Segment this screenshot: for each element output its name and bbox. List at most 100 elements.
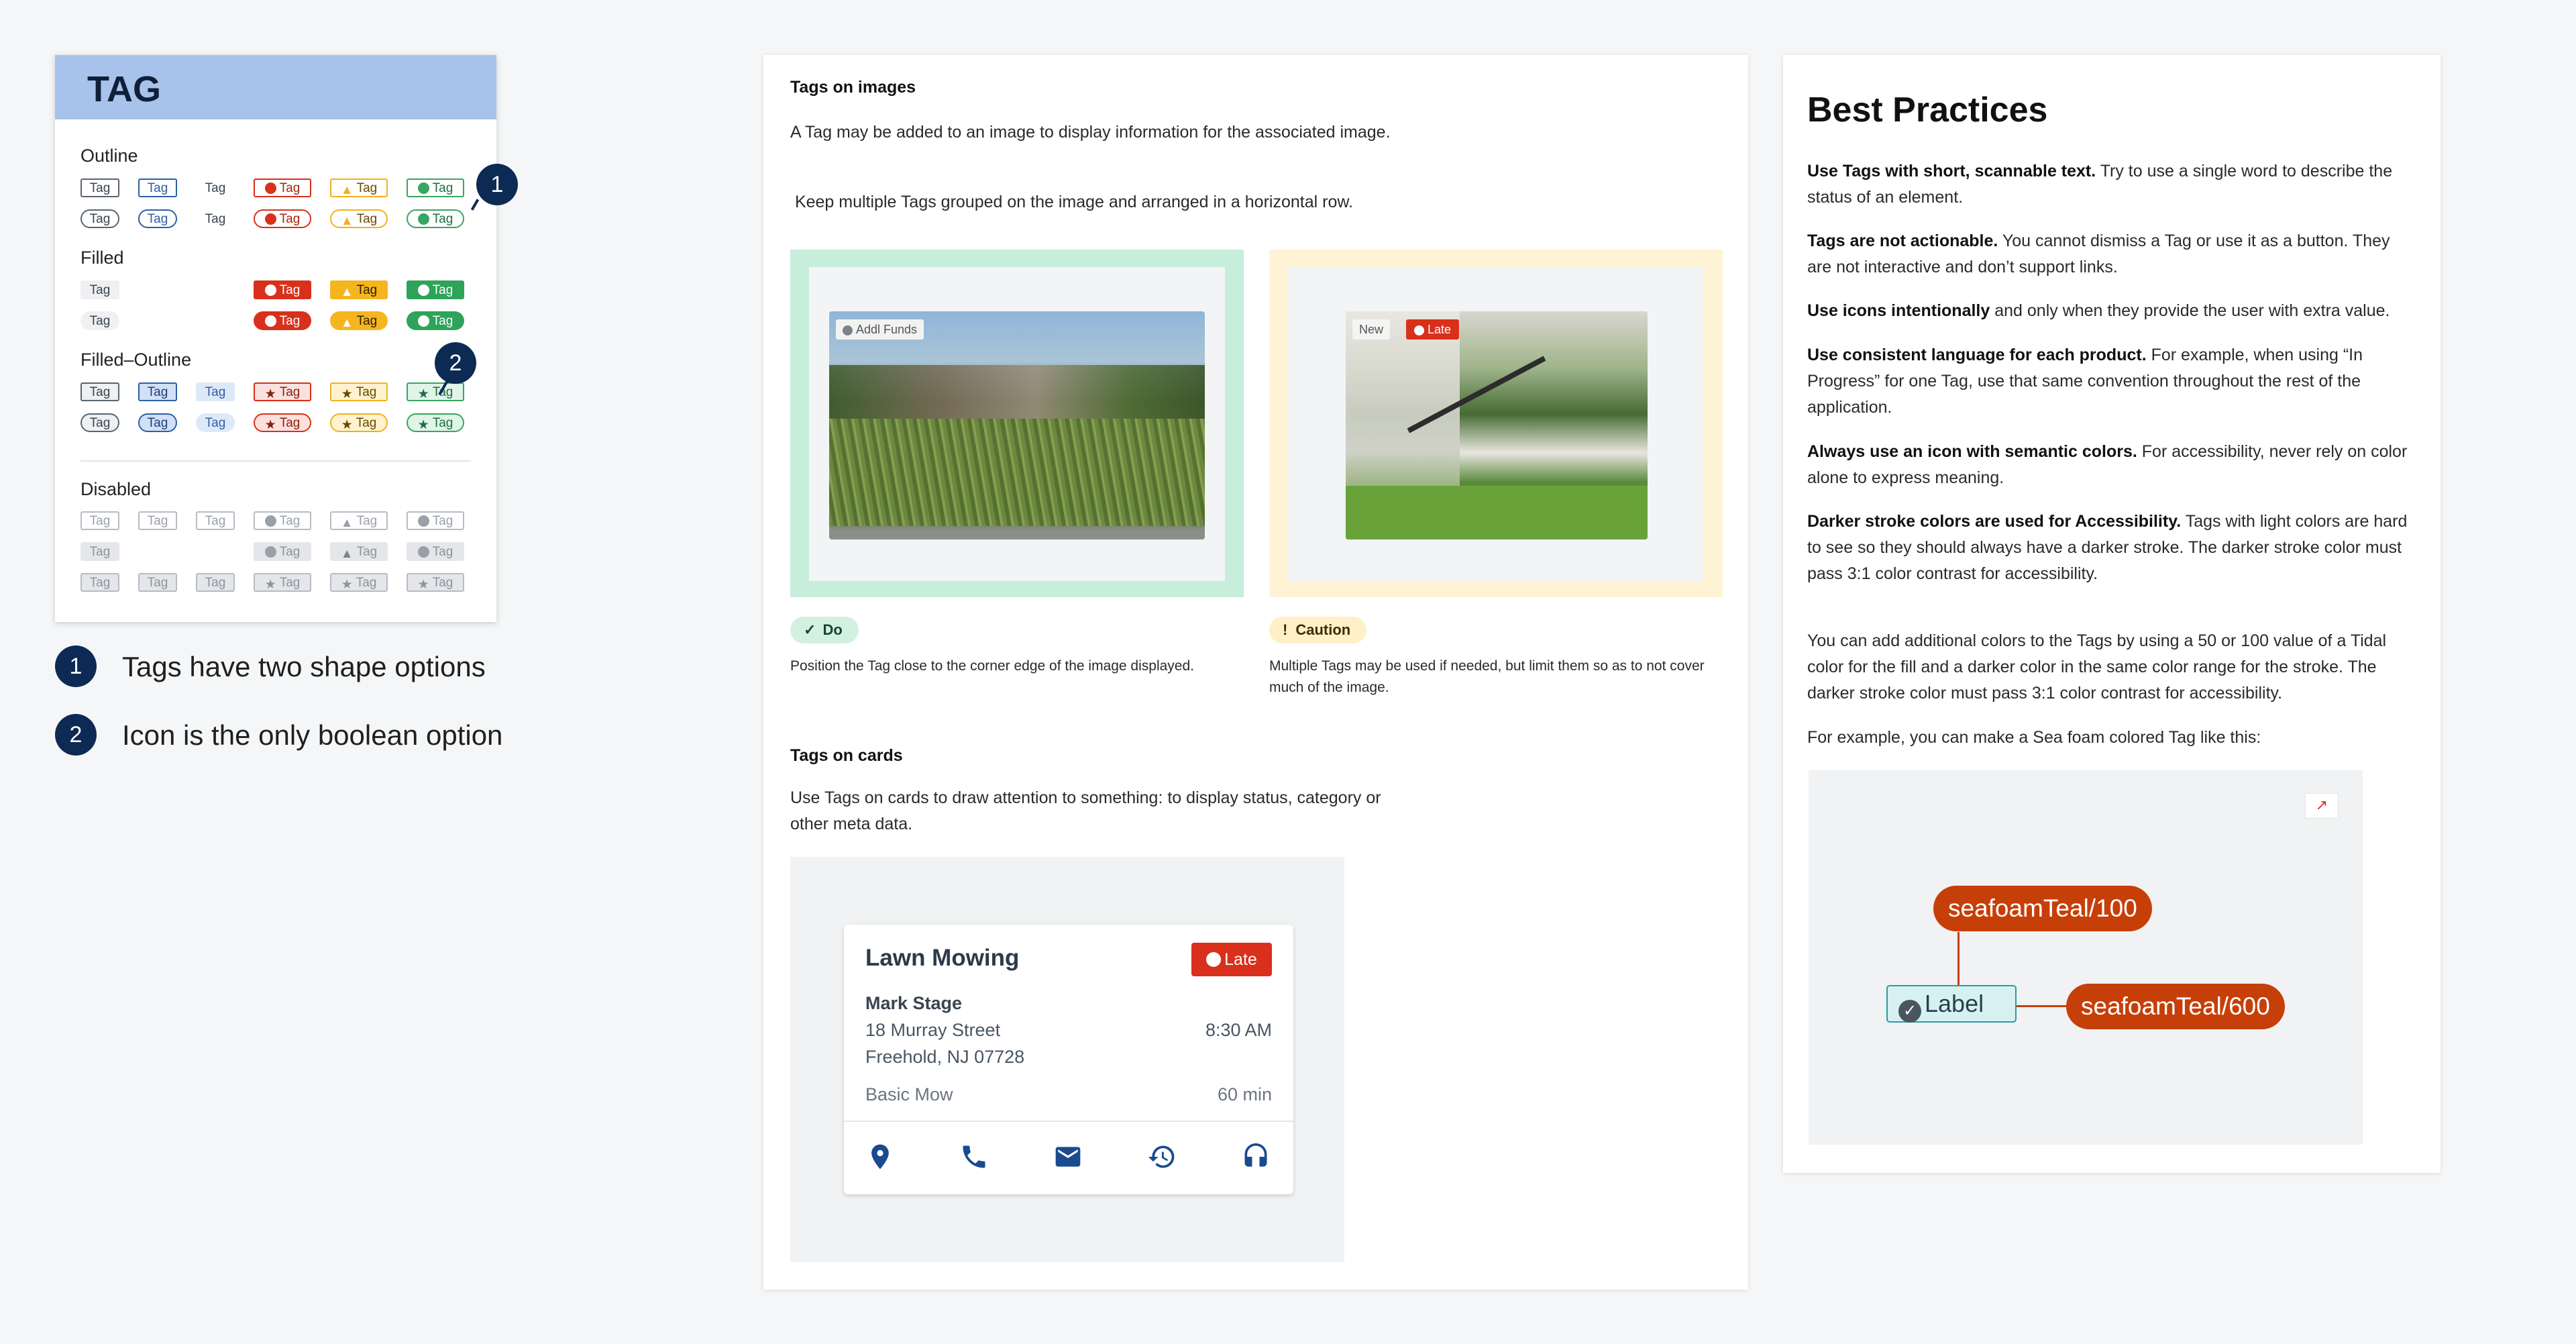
- tag-fo-red: ★ Tag: [254, 382, 311, 401]
- address-line-2: Freehold, NJ 07728: [865, 1047, 1025, 1067]
- tag-new: New: [1352, 319, 1391, 340]
- location-icon[interactable]: [865, 1142, 895, 1172]
- job-title: Lawn Mowing: [865, 945, 1020, 971]
- tag-fo-yellow: ★ Tag: [330, 382, 388, 401]
- tag-disabled-fo: Tag: [196, 573, 235, 592]
- check-icon: [417, 213, 429, 225]
- star-icon: ★: [264, 418, 276, 432]
- tag-disabled: Tag: [196, 511, 235, 530]
- images-para-2: Keep multiple Tags grouped on the image …: [790, 193, 1353, 211]
- tag-filled-neutral-pill: Tag: [80, 311, 119, 330]
- tag-fo-lightblue-pill: Tag: [196, 413, 235, 432]
- tag-outline-red-pill: Tag: [254, 209, 311, 228]
- tag-disabled-icon: Tag: [407, 511, 464, 530]
- seafoam-example: ↗: [1809, 770, 2363, 1145]
- address-line-1: 18 Murray Street: [865, 1020, 1001, 1040]
- bp-item-4: Use consistent language for each product…: [1807, 346, 2363, 417]
- bp-item-5: Always use an icon with semantic colors.…: [1807, 442, 2408, 487]
- tag-disabled: Tag: [80, 511, 119, 530]
- tag-disabled-fo: ★ Tag: [330, 573, 388, 592]
- star-icon: ★: [417, 418, 429, 432]
- bp-item-6: Darker stroke colors are used for Access…: [1807, 512, 2408, 583]
- example-backdrop: New Late: [1288, 267, 1704, 581]
- tag-disabled-filled: Tag: [80, 542, 119, 561]
- bp-item-1: Use Tags with short, scannable text. Try…: [1807, 162, 2393, 207]
- tag-fo-green-pill: ★ Tag: [407, 413, 464, 432]
- star-icon: ★: [341, 578, 353, 592]
- alert-icon: [264, 515, 276, 527]
- tag-disabled-icon: ▲ Tag: [330, 511, 388, 530]
- check-icon: [417, 285, 429, 296]
- check-icon: [417, 183, 429, 194]
- tag-plain-pill: Tag: [196, 209, 235, 228]
- warning-icon: ▲: [340, 183, 354, 197]
- tag-fo-lightblue: Tag: [196, 382, 235, 401]
- tag-filled-red: Tag: [254, 280, 311, 299]
- alert-icon: [264, 285, 276, 296]
- check-icon: ✓: [1898, 1000, 1921, 1023]
- warning-icon: ▲: [340, 214, 354, 228]
- tag-disabled-filled: Tag: [407, 542, 464, 561]
- star-icon: ★: [341, 387, 353, 401]
- tag-disabled-fo: ★ Tag: [407, 573, 464, 592]
- tag-disabled-fo: Tag: [80, 573, 119, 592]
- tag-disabled-filled: Tag: [254, 542, 311, 561]
- headset-icon[interactable]: [1241, 1142, 1271, 1172]
- star-icon: ★: [341, 418, 353, 432]
- tag-outline-green-pill: Tag: [407, 209, 464, 228]
- star-icon: ★: [417, 578, 429, 592]
- email-icon[interactable]: [1053, 1142, 1083, 1172]
- tag-disabled-fo: Tag: [138, 573, 177, 592]
- house-shape: [829, 365, 1205, 419]
- job-card[interactable]: Lawn Mowing Late Mark Stage 18 Murray St…: [844, 925, 1293, 1194]
- tag-fo-green: ★ Tag: [407, 382, 464, 401]
- annotation-line: [2017, 1005, 2070, 1007]
- tag-fo-blue: Tag: [138, 382, 177, 401]
- tag-component-card: TAG Outline Tag Tag Tag Tag ▲ Tag Tag Tag…: [55, 55, 496, 622]
- star-icon: ★: [264, 578, 276, 592]
- tag-filled-green: Tag: [407, 280, 464, 299]
- tag-filled-green-pill: Tag: [407, 311, 464, 330]
- grass-shape: [829, 419, 1205, 526]
- tag-outline-red: Tag: [254, 178, 311, 197]
- section-label-disabled: Disabled: [80, 479, 152, 499]
- exclamation-icon: !: [1283, 621, 1288, 638]
- example-backdrop: Addl Funds: [809, 267, 1225, 581]
- warning-icon: ▲: [340, 285, 354, 299]
- tag-card-title: TAG: [87, 69, 161, 109]
- annotation-line: [1957, 932, 1960, 990]
- tag-addl-funds: Addl Funds: [836, 319, 924, 340]
- warning-icon: ▲: [340, 316, 354, 330]
- star-icon: ★: [264, 387, 276, 401]
- phone-icon[interactable]: [959, 1142, 989, 1172]
- appointment-time: 8:30 AM: [1205, 1020, 1272, 1040]
- alert-icon: [1414, 325, 1424, 335]
- section-label-filled-outline: Filled–Outline: [80, 350, 192, 370]
- legend-text: Icon is the only boolean option: [122, 719, 503, 751]
- images-para-1: A Tag may be added to an image to displa…: [790, 123, 1391, 142]
- alert-icon: [264, 546, 276, 558]
- do-caption: Position the Tag close to the corner edg…: [790, 658, 1194, 674]
- tag-outline-yellow: ▲ Tag: [330, 178, 388, 197]
- best-practices-title: Best Practices: [1807, 91, 2048, 130]
- annotation-fill-color: seafoamTeal/100: [1933, 886, 2152, 931]
- tag-fo-neutral-pill: Tag: [80, 413, 119, 432]
- divider: [844, 1121, 1293, 1122]
- caution-example-frame: New Late: [1269, 250, 1723, 597]
- history-icon[interactable]: [1147, 1142, 1177, 1172]
- warning-icon: ▲: [340, 547, 354, 561]
- tag-fo-neutral: Tag: [80, 382, 119, 401]
- bp-item-2: Tags are not actionable. You cannot dism…: [1807, 231, 2390, 276]
- tag-outline-yellow-pill: ▲ Tag: [330, 209, 388, 228]
- legend-badge: 2: [55, 714, 97, 756]
- legend-item-1: 1 Tags have two shape options: [55, 645, 565, 687]
- legend-text: Tags have two shape options: [122, 651, 486, 682]
- dollar-icon: [843, 325, 853, 335]
- tag-filled-red-pill: Tag: [254, 311, 311, 330]
- legend-badge: 1: [55, 645, 97, 687]
- alert-icon: [264, 213, 276, 225]
- external-link-icon[interactable]: ↗: [2305, 793, 2339, 819]
- cards-para: Use Tags on cards to draw attention to s…: [790, 788, 1381, 833]
- divider: [80, 460, 471, 462]
- checkmark-icon: ✓: [804, 621, 816, 638]
